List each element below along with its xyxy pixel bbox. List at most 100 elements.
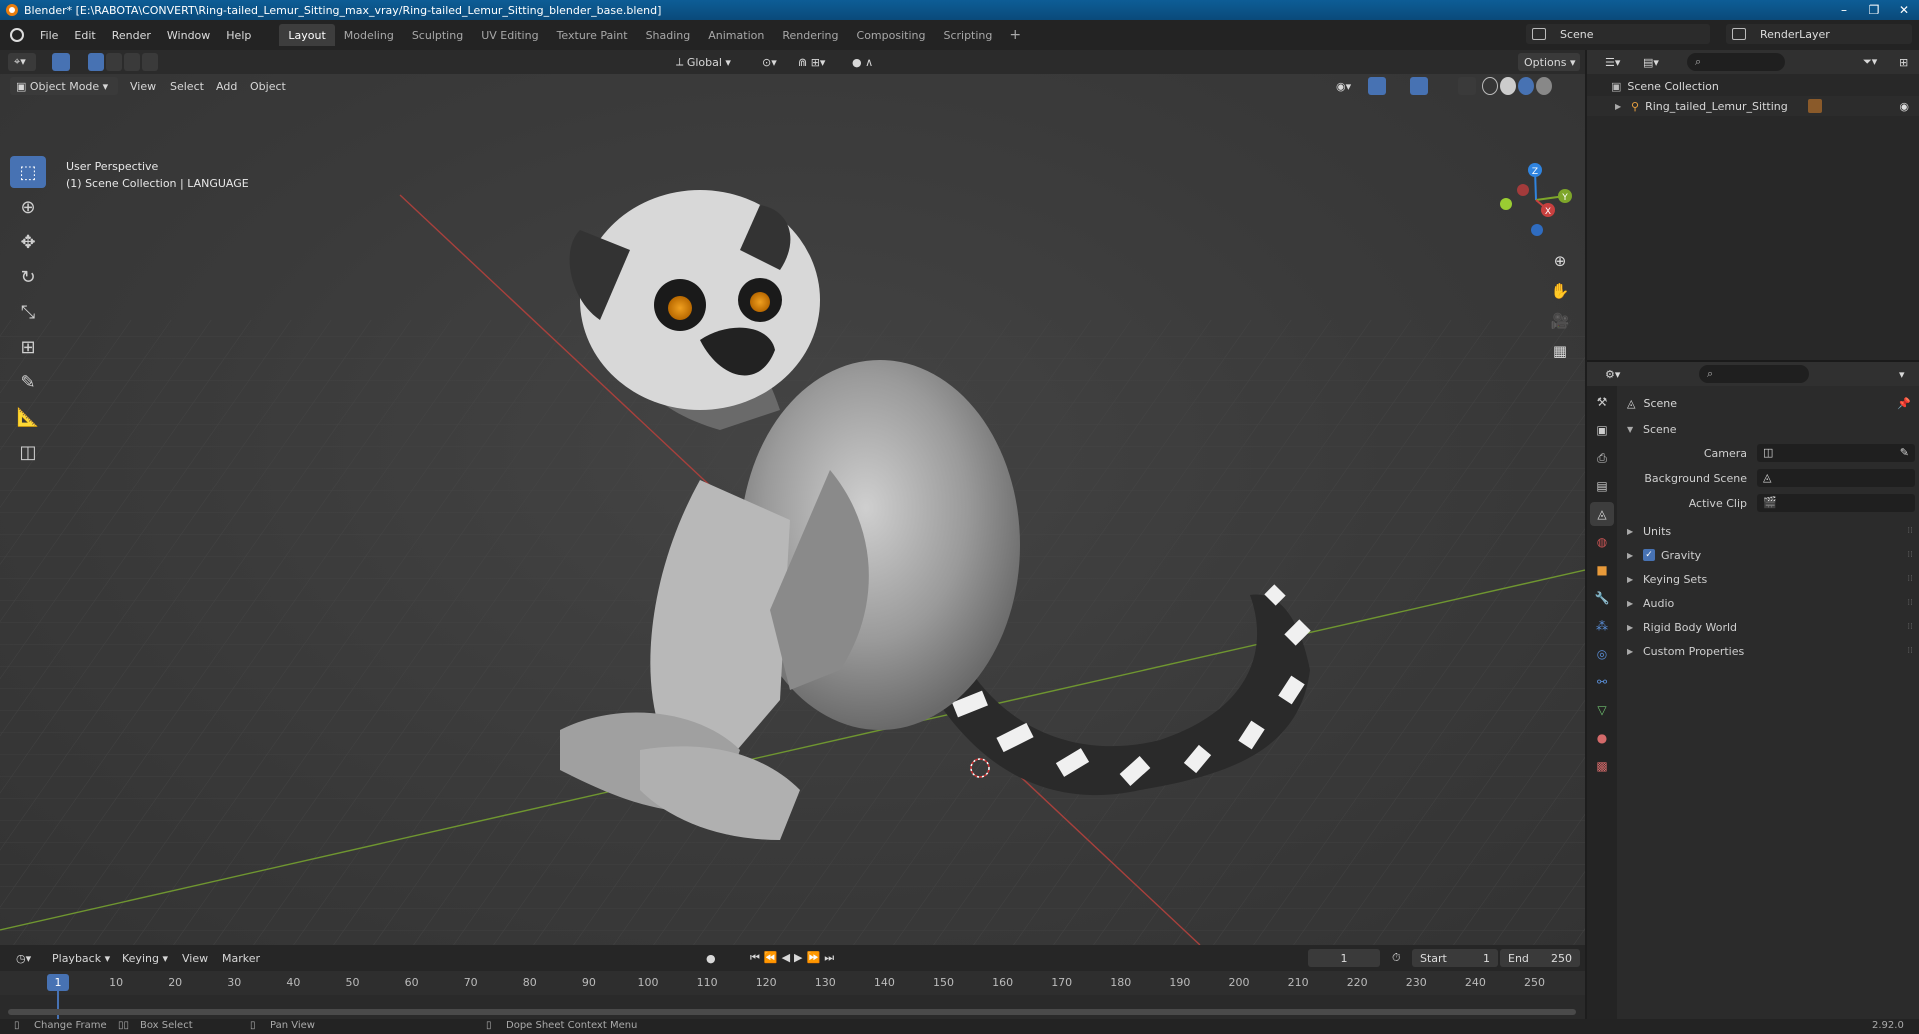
properties-search-input[interactable]: ⌕ [1699,365,1809,383]
tab-uv-editing[interactable]: UV Editing [472,24,547,46]
playhead-marker[interactable]: 1 [47,974,69,991]
gravity-checkbox[interactable]: ✓ [1643,549,1655,561]
drag-grip-icon[interactable]: ⁞⁞ [1907,646,1913,656]
menu-window[interactable]: Window [159,29,218,42]
tool-tab-icon[interactable]: ⚒ [1590,390,1614,414]
audio-panel[interactable]: ▶ Audio ⁞⁞ [1627,592,1917,614]
options-dropdown[interactable]: Options ▾ [1518,53,1580,71]
menu-playback[interactable]: Playback ▾ [46,949,116,967]
frame-ruler[interactable]: 1 10 20 30 40 50 60 70 80 90 100 110 120 130 140 150 16… [0,971,1585,1021]
blender-menu-icon[interactable] [10,28,24,42]
tab-texture-paint[interactable]: Texture Paint [548,24,637,46]
object-tab-icon[interactable]: ■ [1590,558,1614,582]
view-layer-tab-icon[interactable]: ▤ [1590,474,1614,498]
properties-panel[interactable]: ⚙▾ ⌕ ▾ ⚒ ▣ ⎙ ▤ ◬ ◍ ■ 🔧 ⁂ ◎ ⚯ ▽ ● ▩ ◬ Sce… [1587,362,1919,1019]
overlay-toggle-icon[interactable] [1410,77,1428,95]
menu-file[interactable]: File [32,29,66,42]
shading-rendered-icon[interactable] [1536,77,1552,95]
eyedropper-icon[interactable]: ✎ [1900,446,1909,459]
current-frame-field[interactable]: 1 [1308,949,1380,967]
rotate-tool-icon[interactable]: ↻ [10,261,46,293]
gizmo-toggle-icon[interactable] [1368,77,1386,95]
measure-tool-icon[interactable]: 📐 [10,401,46,433]
tab-layout[interactable]: Layout [279,24,335,46]
editor-type-icon[interactable]: ⌖▾ [8,53,36,71]
world-tab-icon[interactable]: ◍ [1590,530,1614,554]
gravity-panel[interactable]: ▶ ✓ Gravity ⁞⁞ [1627,544,1917,566]
drag-grip-icon[interactable]: ⁞⁞ [1907,526,1913,536]
transform-tool-icon[interactable]: ⊞ [10,331,46,363]
outliner-scene-collection[interactable]: ▣ Scene Collection [1587,76,1919,96]
display-mode-icon[interactable]: ▤▾ [1637,53,1667,71]
drag-grip-icon[interactable]: ⁞⁞ [1907,550,1913,560]
keying-sets-panel[interactable]: ▶ Keying Sets ⁞⁞ [1627,568,1917,590]
menu-edit[interactable]: Edit [66,29,103,42]
timeline-scrollbar[interactable] [8,1009,1576,1015]
navigation-gizmo[interactable]: Z Y X [1500,163,1572,236]
particles-tab-icon[interactable]: ⁂ [1590,614,1614,638]
proportional-edit-icon[interactable]: ● ∧ [846,53,886,71]
timeline-editor-type-icon[interactable]: ◷▾ [10,949,40,967]
select-mode-new-icon[interactable] [88,53,104,71]
properties-options-icon[interactable]: ▾ [1893,365,1913,383]
annotate-tool-icon[interactable]: ✎ [10,366,46,398]
minimize-button[interactable]: – [1829,0,1859,20]
transform-orientation-dropdown[interactable]: ⟂ Global ▾ [670,53,746,71]
filter-icon[interactable]: ⏷▾ [1857,53,1887,71]
cursor-tool-icon[interactable]: ⊕ [10,191,46,223]
start-frame-field[interactable]: Start 1 [1412,949,1498,967]
tab-shading[interactable]: Shading [637,24,700,46]
scene-panel-header[interactable]: ▼ Scene [1627,418,1917,440]
material-tab-icon[interactable]: ● [1590,726,1614,750]
snap-icon[interactable]: ⋒ ⊞▾ [792,53,840,71]
drag-grip-icon[interactable]: ⁞⁞ [1907,574,1913,584]
zoom-icon[interactable]: ⊕ [1548,248,1572,274]
camera-field[interactable]: ◫ ✎ [1757,444,1915,462]
timeline-editor[interactable]: ◷▾ Playback ▾ Keying ▾ View Marker ● ⏮⏪◀… [0,945,1585,1021]
rigid-body-world-panel[interactable]: ▶ Rigid Body World ⁞⁞ [1627,616,1917,638]
view-layer-selector[interactable]: RenderLayer [1726,24,1912,44]
properties-editor-type-icon[interactable]: ⚙▾ [1599,365,1629,383]
pivot-point-icon[interactable]: ⊙▾ [756,53,788,71]
menu-select[interactable]: Select [164,77,210,95]
3d-viewport[interactable]: Z Y X ⌖▾ ⟂ Global ▾ ⊙▾ ⋒ ⊞▾ ● ∧ Options … [0,50,1585,945]
mode-dropdown[interactable]: ▣ Object Mode ▾ [10,77,118,95]
data-tab-icon[interactable]: ▽ [1590,698,1614,722]
camera-view-icon[interactable]: 🎥 [1548,308,1572,334]
texture-tab-icon[interactable]: ▩ [1590,754,1614,778]
tab-scripting[interactable]: Scripting [934,24,1001,46]
units-panel[interactable]: ▶ Units ⁞⁞ [1627,520,1917,542]
visibility-icon[interactable]: ◉▾ [1330,77,1362,95]
preview-range-icon[interactable]: ⏱ [1386,949,1406,967]
tab-sculpting[interactable]: Sculpting [403,24,472,46]
menu-object[interactable]: Object [244,77,292,95]
output-tab-icon[interactable]: ⎙ [1590,446,1614,470]
outliner-search-input[interactable]: ⌕ [1687,53,1785,71]
menu-timeline-view[interactable]: View [176,949,214,967]
menu-render[interactable]: Render [104,29,159,42]
tab-compositing[interactable]: Compositing [848,24,935,46]
shading-solid-icon[interactable] [1500,77,1516,95]
menu-keying[interactable]: Keying ▾ [116,949,174,967]
physics-tab-icon[interactable]: ◎ [1590,642,1614,666]
menu-add[interactable]: Add [210,77,243,95]
playback-controls-icon[interactable]: ⏮⏪◀▶⏩⏭ [744,949,864,967]
modifier-tab-icon[interactable]: 🔧 [1590,586,1614,610]
tab-rendering[interactable]: Rendering [773,24,847,46]
select-mode-extend-icon[interactable] [106,53,122,71]
select-mode-intersect-icon[interactable] [142,53,158,71]
ortho-grid-icon[interactable]: ▦ [1548,338,1572,364]
expand-arrow-icon[interactable]: ▶ [1615,102,1623,111]
pin-icon[interactable]: 📌 [1897,397,1911,410]
select-tool-icon[interactable] [52,53,70,71]
custom-properties-panel[interactable]: ▶ Custom Properties ⁞⁞ [1627,640,1917,662]
tab-modeling[interactable]: Modeling [335,24,403,46]
tab-animation[interactable]: Animation [699,24,773,46]
move-tool-icon[interactable]: ✥ [10,226,46,258]
scale-tool-icon[interactable]: ⤡ [10,296,46,328]
menu-view[interactable]: View [124,77,162,95]
outliner-item-lemur[interactable]: ▶ ⚲ Ring_tailed_Lemur_Sitting ◉ [1587,96,1919,116]
shading-material-icon[interactable] [1518,77,1534,95]
drag-grip-icon[interactable]: ⁞⁞ [1907,622,1913,632]
select-mode-subtract-icon[interactable] [124,53,140,71]
